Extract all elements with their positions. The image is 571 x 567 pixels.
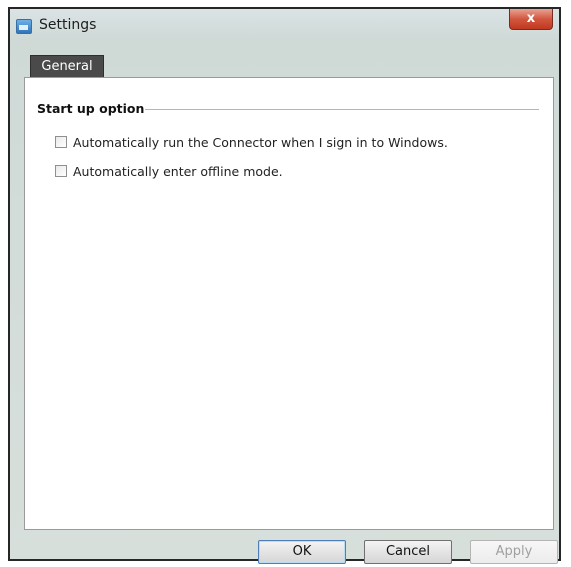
settings-window-icon — [16, 19, 32, 34]
group-divider — [145, 109, 539, 110]
tab-panel-general: Start up option Automatically run the Co… — [24, 77, 554, 530]
title-bar[interactable]: Settings x — [10, 9, 559, 42]
startup-option-group: Start up option — [37, 101, 539, 117]
apply-button[interactable]: Apply — [470, 540, 558, 564]
offline-mode-label[interactable]: Automatically enter offline mode. — [73, 164, 283, 179]
tab-general[interactable]: General — [30, 55, 104, 77]
group-title: Start up option — [37, 101, 145, 116]
offline-mode-checkbox[interactable] — [55, 165, 67, 177]
cancel-button[interactable]: Cancel — [364, 540, 452, 564]
auto-run-checkbox[interactable] — [55, 136, 67, 148]
ok-button[interactable]: OK — [258, 540, 346, 564]
window-title: Settings — [39, 17, 97, 33]
close-icon: x — [526, 11, 536, 26]
close-button[interactable]: x — [509, 9, 553, 30]
settings-dialog: Settings x General Start up option Autom… — [8, 7, 561, 564]
auto-run-label[interactable]: Automatically run the Connector when I s… — [73, 135, 448, 150]
